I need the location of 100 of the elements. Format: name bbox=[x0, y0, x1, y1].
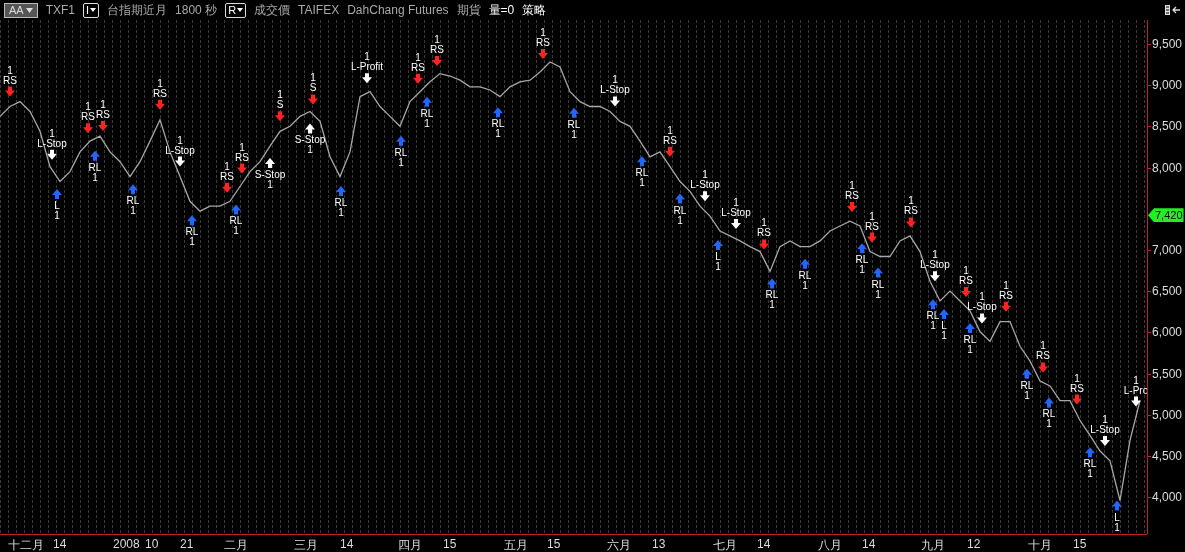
signal-label: RL bbox=[126, 195, 140, 207]
price-axis-label: 6,000 bbox=[1152, 325, 1183, 340]
signal-quantity: 1 bbox=[930, 320, 936, 332]
signal-label: RS bbox=[865, 220, 879, 232]
signal-quantity: 1 bbox=[733, 196, 739, 208]
signal-quantity: 1 bbox=[85, 101, 91, 113]
signal-label: RS bbox=[81, 111, 95, 123]
signal-quantity: 1 bbox=[639, 177, 645, 189]
signal-quantity: 1 bbox=[932, 249, 938, 261]
signal-label: L-Stop bbox=[690, 179, 720, 191]
signal-quantity: 1 bbox=[963, 264, 969, 276]
signal-label: L-Profit bbox=[350, 61, 384, 73]
signal-label: S-Stop bbox=[254, 169, 286, 181]
toolbar-label: TXF1 bbox=[45, 3, 76, 17]
date-axis-label: 六月 bbox=[607, 537, 631, 552]
signal-label: RL bbox=[567, 118, 581, 130]
signal-quantity: 1 bbox=[310, 72, 316, 84]
signal-label: L-Pro bbox=[1123, 384, 1147, 396]
signal-label: RS bbox=[536, 36, 550, 48]
signal-quantity: 1 bbox=[415, 51, 421, 63]
signal-label: RL bbox=[334, 197, 348, 209]
signal-label: RS bbox=[1070, 382, 1084, 394]
price-axis-label: 5,000 bbox=[1152, 407, 1183, 422]
date-axis-label: 15 bbox=[443, 537, 457, 551]
date-axis-label: 15 bbox=[547, 537, 561, 551]
signal-label: RL bbox=[1020, 379, 1034, 391]
date-axis-label: 14 bbox=[340, 537, 354, 551]
signal-label: L-Stop bbox=[37, 137, 67, 149]
signal-quantity: 1 bbox=[869, 210, 875, 222]
signal-label: RS bbox=[3, 74, 17, 86]
date-axis-label: 15 bbox=[1073, 537, 1087, 551]
panel-toggle-icon[interactable] bbox=[1165, 5, 1181, 15]
symbol-dropdown[interactable]: AA bbox=[4, 2, 38, 18]
price-axis-label: 4,000 bbox=[1152, 490, 1183, 505]
caret-icon bbox=[90, 8, 97, 12]
signal-quantity: 1 bbox=[364, 51, 370, 63]
signal-label: RS bbox=[153, 87, 167, 99]
signal-quantity: 1 bbox=[1074, 372, 1080, 384]
signal-label: RL bbox=[491, 118, 505, 130]
date-axis-label: 12 bbox=[967, 537, 981, 551]
signal-quantity: 1 bbox=[233, 225, 239, 237]
price-axis-label: 5,500 bbox=[1152, 366, 1183, 381]
toolbar-label: 台指期近月 bbox=[107, 1, 168, 19]
signal-quantity: 1 bbox=[189, 236, 195, 248]
signal-label: RS bbox=[904, 205, 918, 217]
signal-label: RS bbox=[999, 289, 1013, 301]
signal-quantity: 1 bbox=[1046, 418, 1052, 430]
signal-quantity: 1 bbox=[1003, 279, 1009, 291]
toolbar-label: 量=0 bbox=[488, 1, 515, 19]
signal-label: RL bbox=[635, 167, 649, 179]
signal-quantity: 1 bbox=[908, 195, 914, 207]
toolbar-label: DahChang Futures bbox=[347, 3, 449, 17]
signal-label: RS bbox=[235, 151, 249, 163]
date-axis-label: 七月 bbox=[713, 537, 737, 552]
signal-quantity: 1 bbox=[677, 214, 683, 226]
signal-label: RL bbox=[394, 146, 408, 158]
signal-quantity: 1 bbox=[875, 288, 881, 300]
toolbar-label: 策略 bbox=[522, 1, 547, 19]
date-axis-label: 10 bbox=[145, 537, 159, 551]
signal-quantity: 1 bbox=[612, 74, 618, 86]
signal-quantity: 1 bbox=[434, 34, 440, 46]
signal-quantity: 1 bbox=[130, 205, 136, 217]
signal-label: RL bbox=[673, 204, 687, 216]
signal-label: RS bbox=[96, 108, 110, 120]
date-axis-label: 二月 bbox=[224, 537, 248, 552]
signal-label: L-Stop bbox=[721, 206, 751, 218]
signal-label: RL bbox=[963, 333, 977, 345]
signal-label: RS bbox=[845, 190, 859, 202]
date-axis-label: 三月 bbox=[294, 537, 318, 552]
signal-label: RL bbox=[765, 289, 779, 301]
signal-label: S bbox=[309, 82, 317, 94]
signal-quantity: 1 bbox=[761, 217, 767, 229]
date-axis-label: 13 bbox=[652, 537, 666, 551]
signal-quantity: 1 bbox=[239, 141, 245, 153]
signal-label: L-Stop bbox=[1090, 423, 1120, 435]
toolbar-label: TAIFEX bbox=[298, 3, 340, 17]
date-axis-label: 八月 bbox=[818, 537, 842, 552]
signal-quantity: 1 bbox=[941, 330, 947, 342]
signal-label: L-Stop bbox=[967, 301, 997, 313]
signal-quantity: 1 bbox=[157, 77, 163, 89]
signal-quantity: 1 bbox=[338, 207, 344, 219]
signal-quantity: 1 bbox=[1102, 413, 1108, 425]
price-axis-label: 4,500 bbox=[1152, 448, 1183, 463]
date-axis-label: 四月 bbox=[398, 537, 422, 552]
signal-quantity: 1 bbox=[1024, 389, 1030, 401]
menu-button[interactable]: R bbox=[225, 2, 247, 18]
signal-label: RL bbox=[871, 278, 885, 290]
caret-icon bbox=[237, 8, 244, 12]
signal-label: RL bbox=[420, 107, 434, 119]
signal-label: RS bbox=[1036, 350, 1050, 362]
toolbar-label: 期貨 bbox=[456, 1, 481, 19]
signal-label: L bbox=[54, 200, 60, 212]
signal-label: RS bbox=[757, 227, 771, 239]
price-axis-label: 9,500 bbox=[1152, 36, 1183, 51]
signal-label: L-Stop bbox=[600, 84, 630, 96]
price-axis-label: 8,500 bbox=[1152, 119, 1183, 134]
signal-quantity: 1 bbox=[177, 134, 183, 146]
signal-quantity: 1 bbox=[398, 156, 404, 168]
signal-label: S-Stop bbox=[294, 134, 326, 146]
menu-button[interactable]: I bbox=[83, 2, 100, 18]
